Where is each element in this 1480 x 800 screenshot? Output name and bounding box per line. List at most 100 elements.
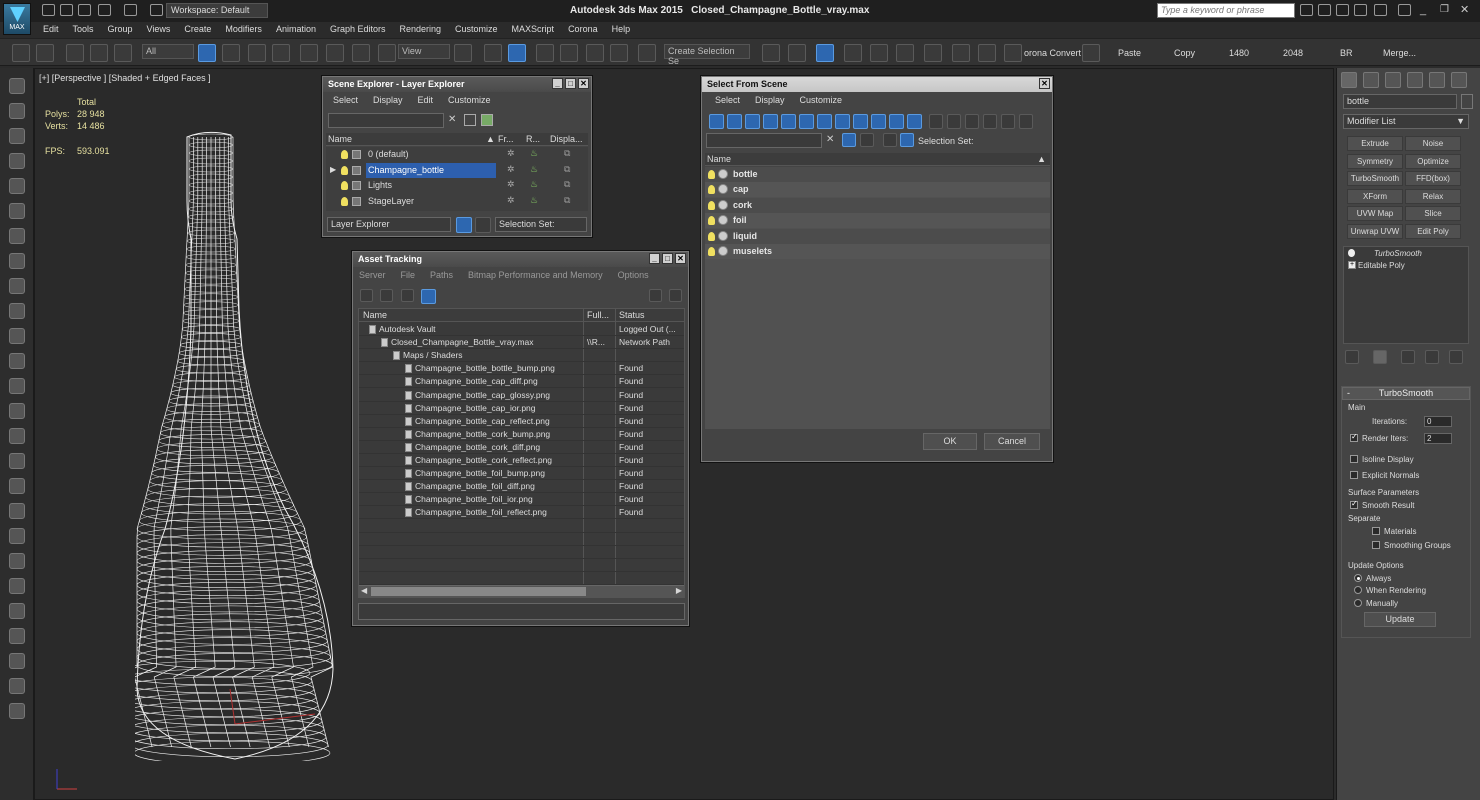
list-view-icon[interactable] [380,289,393,302]
close-icon[interactable]: ✕ [675,253,686,264]
minimize-icon[interactable]: _ [552,78,563,89]
sphere-icon[interactable] [9,303,25,319]
pivot-center-icon[interactable] [454,44,472,62]
asset-row[interactable]: Champagne_bottle_cap_reflect.png Found [359,415,684,428]
animal-icon[interactable] [9,603,25,619]
lightbulb-icon[interactable] [708,216,715,226]
asset-row[interactable]: Champagne_bottle_foil_diff.png Found [359,480,684,494]
modifier-button-ffd-box-[interactable]: FFD(box) [1405,171,1461,187]
selection-filter-dropdown[interactable]: All [142,44,194,59]
corona-convert-label[interactable]: orona Convert [1024,48,1081,58]
transform-icon[interactable] [9,203,25,219]
lightbulb-icon[interactable] [708,231,715,241]
table-view-icon[interactable] [421,289,436,304]
modifier-button-xform[interactable]: XForm [1347,188,1403,204]
menu-customize[interactable]: Customize [448,22,505,36]
shape-icon[interactable] [9,528,25,544]
display-box-icon[interactable]: ⧉ [564,164,570,175]
remove-modifier-icon[interactable] [1425,350,1439,364]
frozen-filter-icon[interactable] [889,114,904,129]
col-display[interactable]: Displa... [550,134,583,144]
asset-tracking-titlebar[interactable]: Asset Tracking _ □ ✕ [353,252,688,267]
render-1480-button[interactable]: 1480 [1229,48,1249,58]
col-name[interactable]: Name [363,310,387,320]
object-row[interactable]: muselets [705,244,1050,259]
groups-filter-icon[interactable] [817,114,832,129]
menu-bitmap-performance-and-memory[interactable]: Bitmap Performance and Memory [468,270,603,280]
freeze-snowflake-icon[interactable]: ✲ [507,179,515,190]
expand-arrow-icon[interactable]: ▶ [330,165,336,174]
col-status[interactable]: Status [619,310,645,320]
menu-group[interactable]: Group [101,22,140,36]
object-name-field[interactable]: bottle [1343,94,1457,109]
render-teapot-icon[interactable]: ♨ [530,179,538,190]
modifier-button-slice[interactable]: Slice [1405,206,1461,222]
select-from-scene-titlebar[interactable]: Select From Scene ✕ [702,77,1052,92]
object-name[interactable]: foil [733,215,747,225]
expand-plus-icon[interactable]: + [1348,261,1356,269]
lightbulb-icon[interactable] [708,170,715,179]
help-icon[interactable] [649,289,662,302]
mirror-icon[interactable] [762,44,780,62]
box-primitive-icon[interactable] [9,278,25,294]
maximize-icon[interactable]: □ [662,253,673,264]
object-search-input[interactable] [706,133,822,148]
menu-customize[interactable]: Customize [800,95,843,105]
menu-select[interactable]: Select [333,95,358,105]
project-folder-icon[interactable] [150,4,163,16]
select-object-icon[interactable] [198,44,216,62]
champagne-bottle-wireframe[interactable] [135,129,335,761]
cone-icon[interactable] [9,378,25,394]
redo-icon[interactable] [124,4,137,16]
create-tab-icon[interactable] [1341,72,1357,88]
bind-space-warp-icon[interactable] [114,44,132,62]
details-view-icon[interactable] [401,289,414,302]
menu-maxscript[interactable]: MAXScript [505,22,562,36]
layer-row[interactable]: StageLayer ✲ ♨ ⧉ [326,194,588,209]
asset-row[interactable]: Champagne_bottle_cork_diff.png Found [359,441,684,454]
menu-graph-editors[interactable]: Graph Editors [323,22,393,36]
modifier-list-dropdown[interactable]: Modifier List ▼ [1343,114,1469,129]
select-by-name-icon[interactable] [9,128,25,144]
asset-row[interactable]: Champagne_bottle_cork_reflect.png Found [359,454,684,467]
new-file-icon[interactable] [42,4,55,16]
configure-sets-icon[interactable] [1449,350,1463,364]
hierarchy-tab-icon[interactable] [1385,72,1401,88]
modifier-button-symmetry[interactable]: Symmetry [1347,153,1403,169]
object-row[interactable]: foil [705,213,1050,229]
ribbon-icon[interactable] [844,44,862,62]
merge-button[interactable]: Merge... [1383,48,1416,58]
asset-row[interactable]: Champagne_bottle_bottle_bump.png Found [359,362,684,376]
menu-tools[interactable]: Tools [66,22,101,36]
menu-rendering[interactable]: Rendering [393,22,449,36]
col-render[interactable]: R... [526,134,540,144]
unlink-icon[interactable] [90,44,108,62]
spinner-snap-icon[interactable] [610,44,628,62]
close-window-icon[interactable]: ✕ [1460,3,1469,16]
display-tab-icon[interactable] [1429,72,1445,88]
rollout-header[interactable]: - TurboSmooth [1342,387,1470,400]
lightbulb-icon[interactable] [1348,249,1355,257]
freeze-snowflake-icon[interactable]: ✲ [507,148,515,159]
menu-server[interactable]: Server [359,270,386,280]
scale-icon[interactable] [352,44,370,62]
menu-options[interactable]: Options [618,270,649,280]
bone-icon[interactable] [9,478,25,494]
iterations-spinner[interactable]: 0 [1424,416,1452,427]
modifier-button-edit-poly[interactable]: Edit Poly [1405,224,1461,239]
scene-explorer-search-input[interactable] [328,113,444,128]
col-name[interactable]: Name [328,134,352,144]
lightbulb-icon[interactable] [708,200,715,210]
selection-set-dropdown[interactable]: Selection Set: [495,217,587,232]
menu-file[interactable]: File [401,270,416,280]
render-2048-button[interactable]: 2048 [1283,48,1303,58]
object-row[interactable]: liquid [705,228,1050,244]
layer-sort-icon[interactable] [883,133,897,147]
geometry-filter-icon[interactable] [709,114,724,129]
utilities-tab-icon[interactable] [1451,72,1467,88]
settings-icon[interactable] [669,289,682,302]
subscription-icon[interactable] [1336,4,1349,16]
show-end-result-icon[interactable] [1373,350,1387,364]
update-button[interactable]: Update [1364,612,1436,627]
move-icon[interactable] [300,44,318,62]
